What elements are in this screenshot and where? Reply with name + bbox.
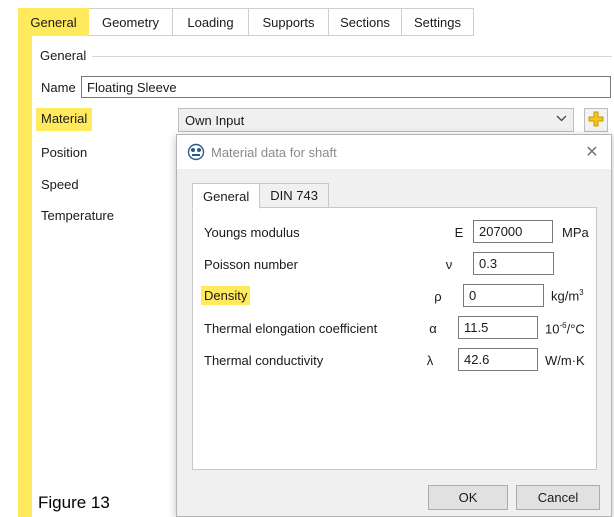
group-divider: [92, 56, 612, 57]
tab-settings[interactable]: Settings: [402, 8, 474, 36]
thermal-elongation-unit-tail: /°C: [566, 321, 585, 337]
ok-button[interactable]: OK: [428, 485, 508, 510]
material-select[interactable]: Own Input: [178, 108, 574, 132]
close-icon[interactable]: ✕: [581, 141, 603, 163]
thermal-conductivity-input[interactable]: [458, 348, 538, 371]
dialog-title: Material data for shaft: [211, 145, 337, 160]
thermal-elongation-unit-base: 10: [545, 321, 560, 337]
density-label: Density: [201, 286, 251, 305]
material-label: Material: [36, 108, 93, 131]
density-input[interactable]: [463, 284, 544, 307]
tab-general[interactable]: General: [18, 8, 89, 36]
poisson-number-input[interactable]: [473, 252, 554, 275]
poisson-number-label: Poisson number: [204, 257, 298, 272]
youngs-modulus-label: Youngs modulus: [204, 225, 300, 240]
youngs-modulus-input[interactable]: [473, 220, 553, 243]
thermal-conductivity-symbol: λ: [426, 353, 434, 368]
tab-loading[interactable]: Loading: [173, 8, 249, 36]
dialog-titlebar: Material data for shaft ✕: [177, 135, 611, 169]
thermal-conductivity-unit: W/m·K: [545, 353, 585, 368]
poisson-number-symbol: ν: [445, 257, 453, 272]
shaft-editor-window: General Geometry Loading Supports Sectio…: [0, 0, 614, 517]
density-unit: kg/m3: [551, 288, 584, 303]
thermal-elongation-unit: 10-6/°C: [545, 321, 585, 336]
density-symbol: ρ: [434, 289, 442, 304]
add-material-button[interactable]: [584, 108, 608, 132]
youngs-modulus-unit: MPa: [562, 225, 589, 240]
tab-geometry[interactable]: Geometry: [89, 8, 173, 36]
tab-sections[interactable]: Sections: [329, 8, 402, 36]
dialog-tab-din743[interactable]: DIN 743: [260, 183, 329, 208]
dialog-tab-general[interactable]: General: [192, 183, 261, 209]
name-label: Name: [41, 80, 76, 95]
general-group-title: General: [40, 48, 87, 63]
name-field[interactable]: [81, 76, 611, 98]
figure-caption: Figure 13: [38, 493, 110, 512]
material-select-value: Own Input: [185, 112, 245, 128]
app-logo-icon: [187, 143, 205, 161]
dialog-tab-bar: General DIN 743: [192, 183, 329, 209]
density-unit-exponent: 3: [579, 288, 584, 297]
main-tab-bar: General Geometry Loading Supports Sectio…: [18, 8, 474, 36]
tab-supports[interactable]: Supports: [249, 8, 329, 36]
thermal-elongation-unit-exponent: -6: [559, 321, 567, 330]
temperature-label: Temperature: [41, 208, 114, 223]
chevron-down-icon: [556, 113, 567, 127]
thermal-conductivity-label: Thermal conductivity: [204, 353, 324, 368]
highlight-strip: [18, 36, 32, 517]
thermal-elongation-symbol: α: [429, 321, 437, 336]
density-unit-base: kg/m: [551, 288, 580, 304]
position-label: Position: [41, 145, 88, 160]
youngs-modulus-symbol: E: [454, 225, 464, 240]
thermal-elongation-label: Thermal elongation coefficient: [204, 321, 378, 336]
plus-icon: [588, 111, 604, 130]
material-properties-panel: Youngs modulus E MPa Poisson number ν De…: [192, 207, 597, 470]
speed-label: Speed: [41, 177, 79, 192]
cancel-button[interactable]: Cancel: [516, 485, 600, 510]
thermal-elongation-input[interactable]: [458, 316, 538, 339]
material-data-dialog: Material data for shaft ✕ General DIN 74…: [176, 134, 612, 517]
